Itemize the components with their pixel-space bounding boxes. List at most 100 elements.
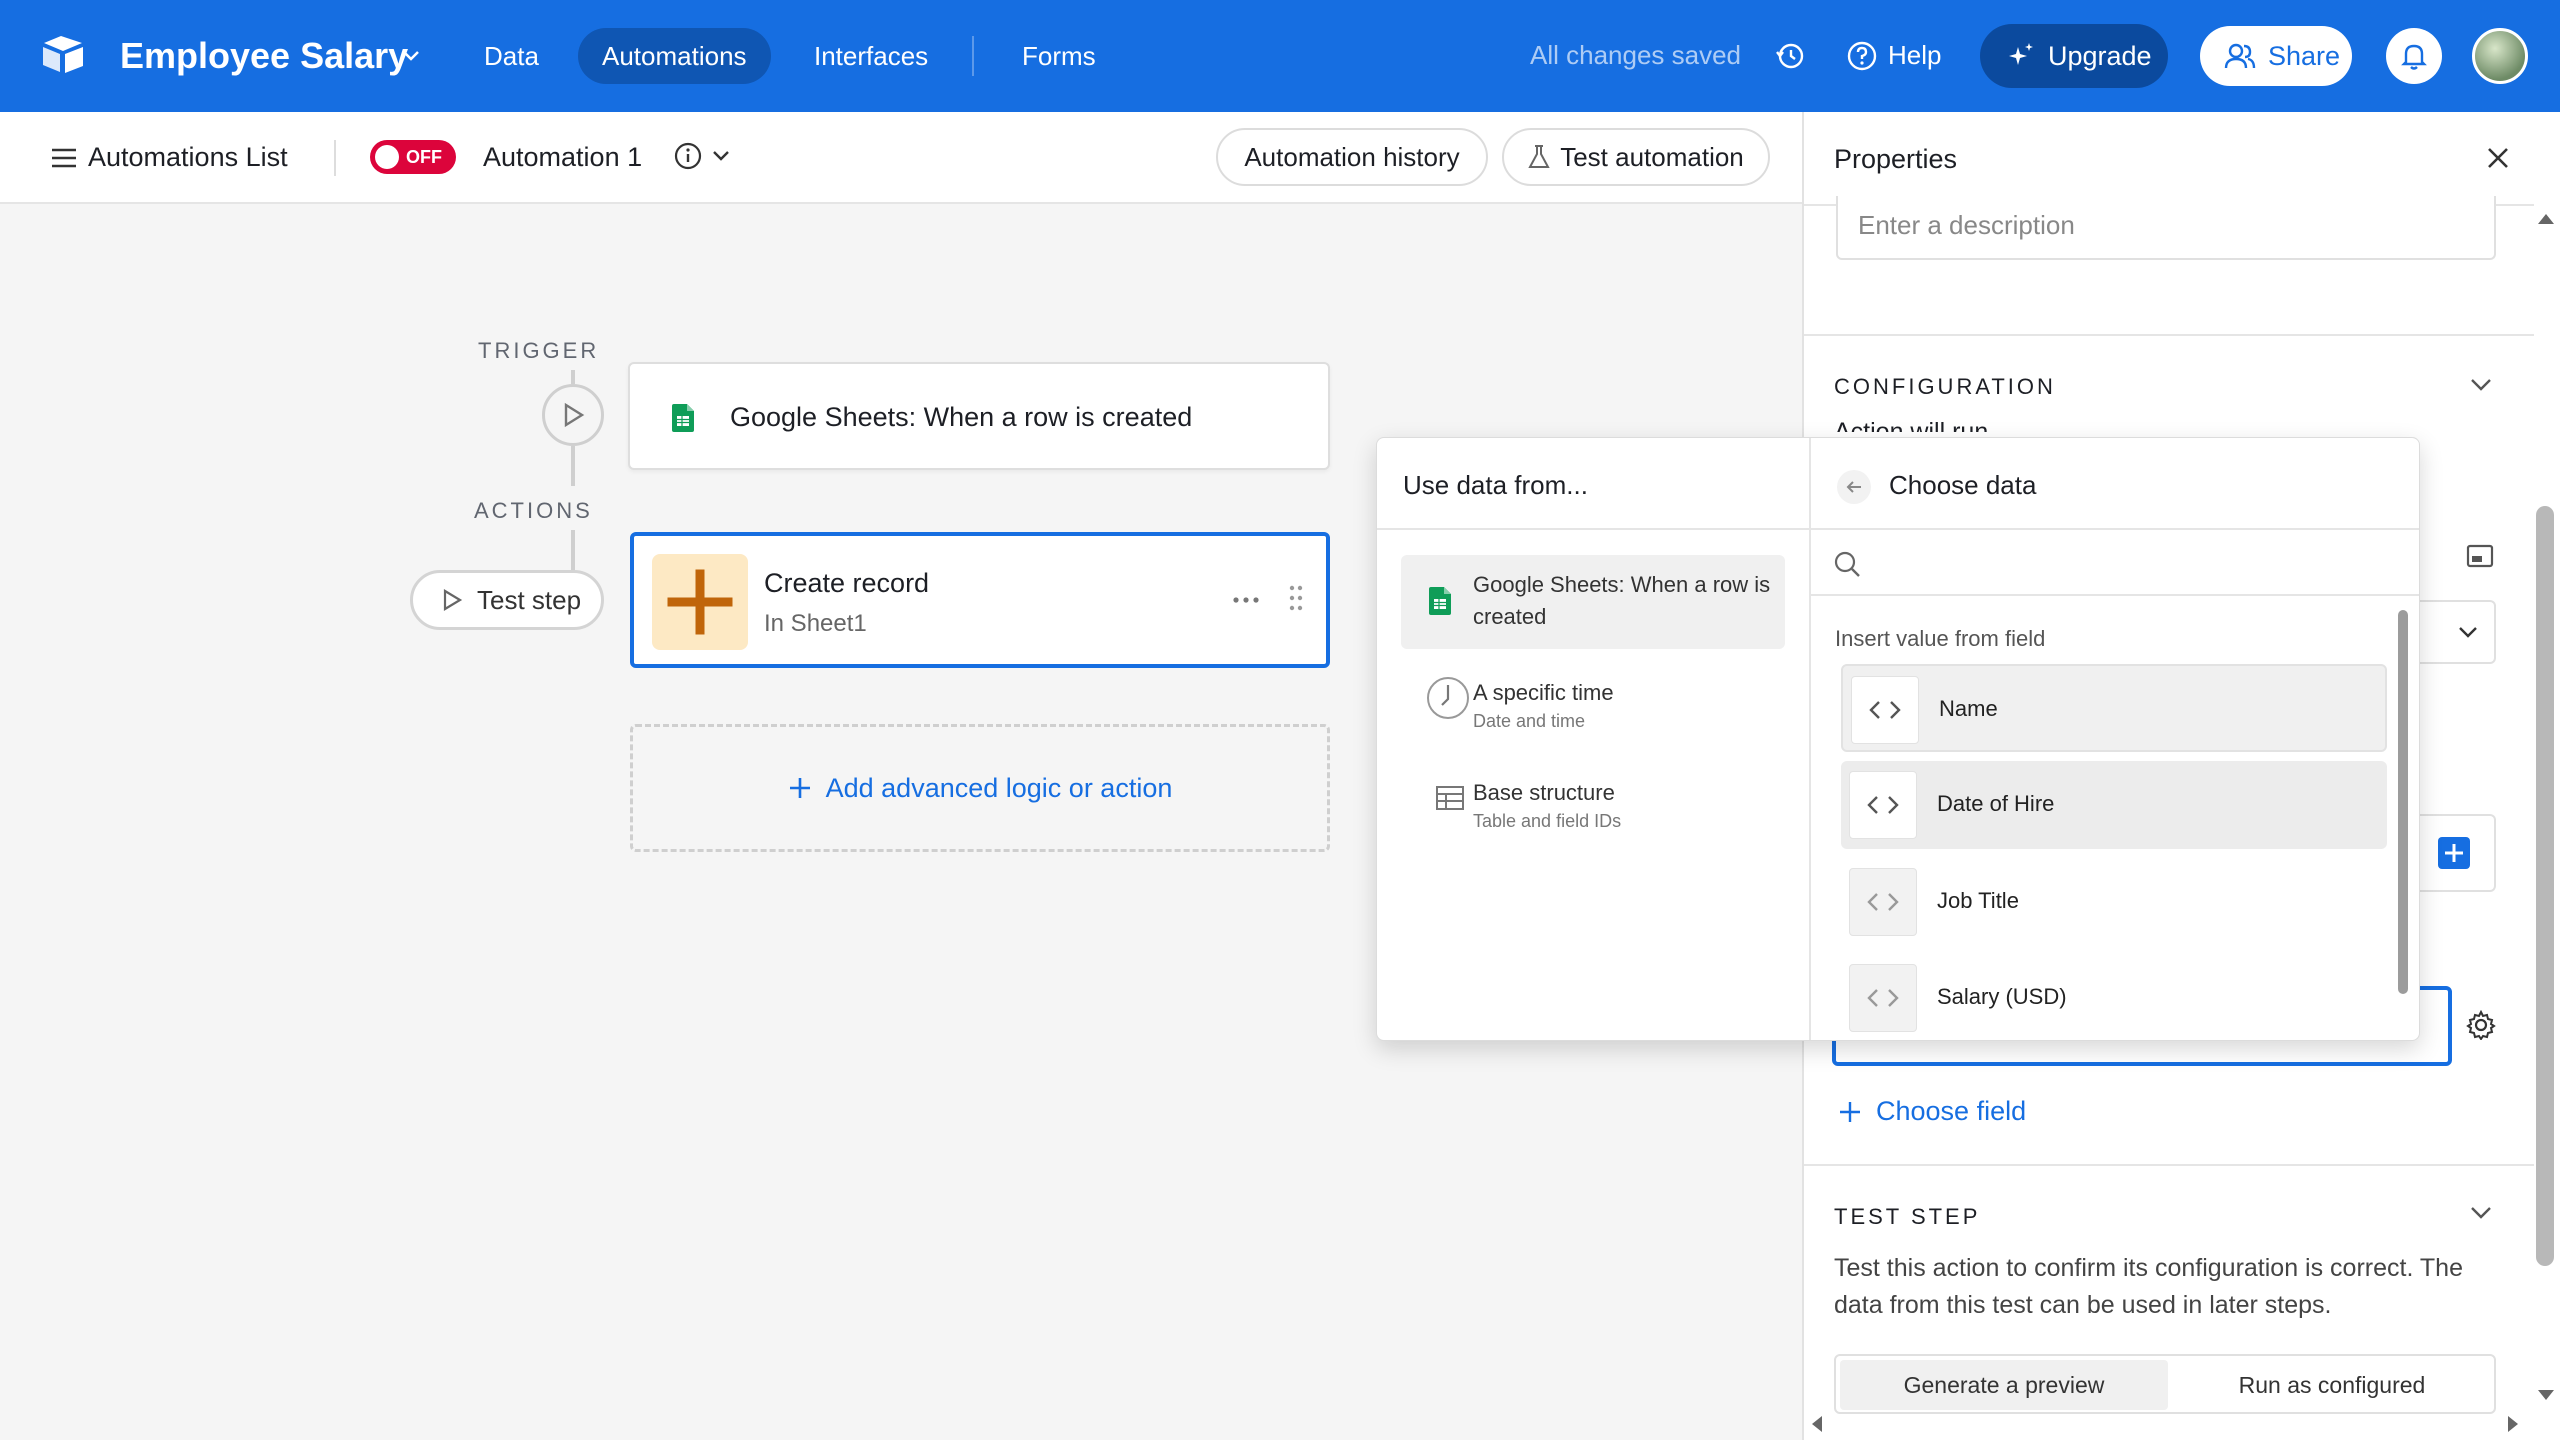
data-search-input[interactable] [1811, 530, 2419, 596]
notifications-button[interactable] [2386, 28, 2442, 84]
source-base-structure[interactable]: Base structure Table and field IDs [1401, 763, 1785, 843]
insert-value-label: Insert value from field [1835, 626, 2046, 651]
test-step-description: Test this action to confirm its configur… [1834, 1254, 2463, 1319]
more-icon[interactable] [1232, 596, 1260, 604]
rail-line [571, 530, 575, 570]
info-icon[interactable] [674, 142, 702, 170]
nav-interfaces[interactable]: Interfaces [790, 28, 952, 84]
use-data-from-title: Use data from... [1403, 470, 1588, 500]
scrollbar-thumb[interactable] [2536, 506, 2554, 1266]
nav-automations[interactable]: Automations [578, 28, 771, 84]
chevron-down-icon[interactable] [2470, 1206, 2492, 1220]
rail-line [571, 446, 575, 486]
upgrade-label: Upgrade [2048, 40, 2152, 71]
scroll-left-arrow-icon[interactable] [1810, 1414, 1824, 1434]
add-logic-label: Add advanced logic or action [825, 772, 1173, 803]
toggle-knob [375, 145, 399, 169]
toggle-label: OFF [406, 147, 442, 167]
action-subtitle: In Sheet1 [764, 610, 867, 637]
plus-icon [789, 778, 810, 798]
field-option-salary[interactable]: Salary (USD) [1841, 954, 2387, 1040]
divider [1804, 334, 2534, 336]
search-icon [1834, 551, 1860, 577]
chevron-down-icon [2459, 627, 2477, 638]
chevron-down-icon[interactable] [400, 44, 422, 66]
source-specific-time[interactable]: A specific time Date and time [1401, 663, 1785, 743]
chevron-down-icon[interactable] [2470, 378, 2492, 392]
automation-history-button[interactable]: Automation history [1216, 128, 1488, 186]
airtable-logo-icon[interactable] [40, 34, 86, 76]
nav-data[interactable]: Data [460, 28, 563, 84]
trigger-run-button[interactable] [542, 384, 604, 446]
save-status: All changes saved [1530, 40, 1742, 70]
table-select[interactable] [2420, 600, 2496, 664]
action-title: Create record [764, 568, 930, 598]
choose-field-button[interactable]: Choose field [1838, 1096, 2026, 1127]
test-automation-button[interactable]: Test automation [1502, 128, 1770, 186]
upgrade-button[interactable]: Upgrade [1980, 24, 2168, 88]
chevron-down-icon[interactable] [712, 148, 730, 164]
play-icon [564, 402, 585, 428]
rail-line [571, 370, 575, 384]
trigger-section-label: TRIGGER [478, 338, 600, 363]
automations-list-button[interactable]: Automations List [88, 142, 288, 173]
test-step-button[interactable]: Test step [410, 570, 604, 630]
automation-history-label: Automation history [1244, 141, 1460, 172]
automation-name[interactable]: Automation 1 [483, 142, 642, 173]
bell-icon [2401, 44, 2427, 70]
source-title: Base structure [1473, 780, 1615, 805]
description-input[interactable]: Enter a description [1836, 196, 2496, 260]
choose-field-label: Choose field [1876, 1096, 2027, 1126]
source-title: A specific time [1473, 680, 1614, 705]
source-google-sheets[interactable]: Google Sheets: When a row is created [1401, 555, 1785, 649]
scroll-down-arrow-icon[interactable] [2536, 1388, 2556, 1402]
run-as-configured-option[interactable]: Run as configured [2172, 1360, 2492, 1410]
base-name[interactable]: Employee Salary [120, 30, 408, 82]
top-bar: Employee Salary Data Automations Interfa… [0, 0, 2560, 112]
nav-divider [972, 36, 974, 76]
automation-toggle[interactable]: OFF [370, 140, 456, 174]
toolbar-divider [334, 140, 336, 176]
google-sheets-icon [1429, 587, 1451, 615]
field-option-date-of-hire[interactable]: Date of Hire [1841, 761, 2387, 849]
menu-icon[interactable] [50, 146, 78, 170]
google-sheets-icon [672, 404, 694, 432]
share-label: Share [2268, 40, 2341, 71]
gear-icon[interactable] [2466, 1010, 2496, 1040]
share-button[interactable]: Share [2200, 26, 2352, 86]
add-logic-button[interactable]: Add advanced logic or action [630, 724, 1330, 852]
field-option-label: Date of Hire [1937, 791, 2055, 816]
test-automation-label: Test automation [1560, 141, 1744, 172]
field-option-name[interactable]: Name [1841, 664, 2387, 752]
test-mode-segmented-control: Generate a preview Run as configured [1834, 1354, 2496, 1414]
nav-forms[interactable]: Forms [998, 28, 1120, 84]
source-subtitle: Date and time [1473, 711, 1586, 731]
people-icon [2224, 43, 2256, 69]
help-icon[interactable] [1846, 40, 1878, 72]
test-step-heading: TEST STEP [1834, 1204, 1981, 1229]
source-subtitle: Table and field IDs [1473, 811, 1622, 831]
expand-panel-icon[interactable] [2466, 544, 2494, 568]
back-button[interactable] [1837, 470, 1871, 504]
popover-scrollbar-thumb[interactable] [2398, 610, 2408, 994]
close-icon[interactable] [2486, 146, 2510, 170]
add-field-button[interactable] [2438, 837, 2470, 869]
action-card-create-record[interactable]: Create record In Sheet1 [630, 532, 1330, 668]
scroll-right-arrow-icon[interactable] [2506, 1414, 2520, 1434]
field-option-job-title[interactable]: Job Title [1841, 858, 2387, 946]
trigger-card[interactable]: Google Sheets: When a row is created [628, 362, 1330, 470]
sparkle-icon [2009, 43, 2033, 65]
field-option-label: Job Title [1937, 888, 2019, 913]
code-icon [1849, 771, 1917, 839]
configuration-heading: CONFIGURATION [1834, 374, 2056, 399]
history-icon[interactable] [1774, 40, 1806, 72]
properties-title: Properties [1834, 144, 1958, 174]
scroll-up-arrow-icon[interactable] [2536, 212, 2556, 226]
avatar[interactable] [2472, 28, 2528, 84]
source-title: Google Sheets: When a row is created [1473, 572, 1771, 629]
help-button[interactable]: Help [1888, 40, 1941, 71]
generate-preview-option[interactable]: Generate a preview [1840, 1360, 2168, 1410]
code-icon [1849, 964, 1917, 1032]
divider [1804, 1164, 2534, 1166]
drag-handle-icon[interactable] [1288, 584, 1304, 612]
